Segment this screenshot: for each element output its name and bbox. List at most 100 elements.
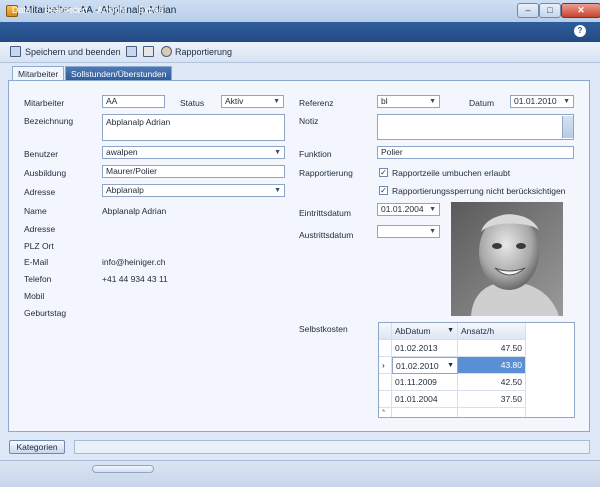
abdatum-header-label: AbDatum bbox=[395, 326, 431, 336]
label-mobil: Mobil bbox=[24, 291, 45, 301]
grid-cell-date-editing[interactable]: 01.02.2010 ▼ bbox=[392, 357, 458, 374]
chevron-down-icon: ▼ bbox=[273, 98, 280, 105]
grid-cell-date-value: 01.02.2010 bbox=[396, 361, 439, 371]
label-status: Status bbox=[180, 98, 205, 108]
benutzer-value: awalpen bbox=[106, 147, 138, 157]
menu-bar bbox=[0, 22, 600, 42]
tab-mitarbeiter[interactable]: Mitarbeiter bbox=[12, 66, 65, 80]
ausbildung-field[interactable]: Maurer/Polier bbox=[102, 165, 285, 178]
eintrittsdatum-value: 01.01.2004 bbox=[381, 204, 424, 214]
sperrung-checkbox[interactable]: ✓ bbox=[379, 186, 388, 195]
portrait-image bbox=[451, 202, 563, 316]
chevron-down-icon: ▼ bbox=[429, 98, 436, 105]
menu-ansicht[interactable]: Ansicht bbox=[97, 5, 127, 15]
kategorien-button[interactable]: Kategorien bbox=[9, 440, 65, 454]
austrittsdatum-dropdown[interactable]: ▼ bbox=[377, 225, 440, 238]
grid-cell-rate[interactable]: 37.50 bbox=[458, 391, 526, 408]
email-value: info@heiniger.ch bbox=[102, 257, 166, 267]
label-bezeichnung: Bezeichnung bbox=[24, 116, 74, 126]
referenz-value: bl bbox=[381, 96, 388, 106]
menu-datei[interactable]: Datei bbox=[12, 5, 33, 15]
datum-value: 01.01.2010 bbox=[514, 96, 557, 106]
minimize-button[interactable]: – bbox=[517, 3, 539, 18]
column-header-abdatum[interactable]: AbDatum ▼ bbox=[392, 323, 458, 340]
funktion-field[interactable]: Polier bbox=[377, 146, 574, 159]
label-mitarbeiter: Mitarbeiter bbox=[24, 98, 65, 108]
chevron-down-icon: ▼ bbox=[563, 98, 570, 105]
chevron-down-icon: ▼ bbox=[274, 149, 281, 156]
save-and-close-button[interactable]: Speichern und beenden bbox=[25, 47, 121, 57]
label-plz: PLZ Ort bbox=[24, 241, 54, 251]
close-button[interactable]: ✕ bbox=[561, 3, 600, 18]
label-funktion: Funktion bbox=[299, 149, 332, 159]
save-icon[interactable] bbox=[126, 46, 137, 57]
chevron-down-icon: ▼ bbox=[274, 187, 281, 194]
grid-cell-rate[interactable]: 42.50 bbox=[458, 374, 526, 391]
rapportzeile-checkbox[interactable]: ✓ bbox=[379, 168, 388, 177]
label-adresse2: Adresse bbox=[24, 224, 56, 234]
filter-icon[interactable]: ▼ bbox=[447, 323, 454, 339]
row-indicator[interactable] bbox=[379, 340, 392, 357]
employee-photo bbox=[451, 202, 563, 316]
print-icon[interactable] bbox=[143, 46, 154, 57]
chevron-down-icon[interactable]: ▼ bbox=[447, 358, 454, 374]
notiz-field[interactable] bbox=[377, 114, 574, 140]
mitarbeiter-field[interactable]: AA bbox=[102, 95, 165, 108]
adresse-value: Abplanalp bbox=[106, 185, 144, 195]
status-scroll-handle[interactable] bbox=[92, 465, 154, 473]
telefon-value: +41 44 934 43 11 bbox=[102, 274, 168, 284]
grid-cell-date[interactable]: 01.01.2004 bbox=[392, 391, 458, 408]
label-name: Name bbox=[24, 206, 47, 216]
status-bar bbox=[0, 460, 600, 487]
adresse-dropdown[interactable]: Abplanalp ▼ bbox=[102, 184, 285, 197]
benutzer-dropdown[interactable]: awalpen ▼ bbox=[102, 146, 285, 159]
grid-cell-date[interactable]: 01.11.2009 bbox=[392, 374, 458, 391]
grid-cell-date[interactable]: 01.02.2013 bbox=[392, 340, 458, 357]
grid-corner bbox=[379, 323, 392, 340]
label-email: E-Mail bbox=[24, 257, 49, 267]
column-header-ansatz[interactable]: Ansatz/h bbox=[458, 323, 526, 340]
notiz-scrollbar[interactable] bbox=[562, 116, 573, 138]
new-row-cell[interactable] bbox=[392, 408, 458, 417]
rapportierung-button[interactable]: Rapportierung bbox=[175, 47, 232, 57]
label-datum: Datum bbox=[469, 98, 495, 108]
status-dropdown[interactable]: Aktiv ▼ bbox=[221, 95, 284, 108]
label-selbstkosten: Selbstkosten bbox=[299, 324, 348, 334]
label-telefon: Telefon bbox=[24, 274, 52, 284]
referenz-dropdown[interactable]: bl ▼ bbox=[377, 95, 440, 108]
menu-extras[interactable]: Extras bbox=[138, 5, 164, 15]
label-notiz: Notiz bbox=[299, 116, 319, 126]
maximize-button[interactable]: □ bbox=[539, 3, 561, 18]
sperrung-label: Rapportierungssperrung nicht berücksicht… bbox=[392, 186, 566, 196]
label-adresse: Adresse bbox=[24, 187, 56, 197]
help-icon[interactable]: ? bbox=[574, 25, 586, 37]
chevron-down-icon: ▼ bbox=[429, 228, 436, 235]
kategorien-panel bbox=[74, 440, 590, 454]
label-ausbildung: Ausbildung bbox=[24, 168, 67, 178]
rapportzeile-label: Rapportzeile umbuchen erlaubt bbox=[392, 168, 511, 178]
label-benutzer: Benutzer bbox=[24, 149, 59, 159]
grid-cell-rate-selected[interactable]: 43.80 bbox=[458, 357, 526, 374]
label-eintrittsdatum: Eintrittsdatum bbox=[299, 208, 351, 218]
current-row-icon[interactable]: › bbox=[379, 357, 392, 374]
save-close-icon[interactable] bbox=[10, 46, 21, 57]
row-indicator[interactable] bbox=[379, 374, 392, 391]
label-austrittsdatum: Austrittsdatum bbox=[299, 230, 354, 240]
menu-bearbeiten[interactable]: Bearbeiten bbox=[44, 5, 88, 15]
label-referenz: Referenz bbox=[299, 98, 334, 108]
label-rapportierung: Rapportierung bbox=[299, 168, 353, 178]
wrench-icon[interactable] bbox=[161, 46, 172, 57]
grid-cell-rate[interactable]: 47.50 bbox=[458, 340, 526, 357]
name-value: Abplanalp Adrian bbox=[102, 206, 167, 216]
row-indicator[interactable] bbox=[379, 391, 392, 408]
bezeichnung-field[interactable]: Abplanalp Adrian bbox=[102, 114, 285, 141]
status-value: Aktiv bbox=[225, 96, 244, 106]
datum-dropdown[interactable]: 01.01.2010 ▼ bbox=[510, 95, 574, 108]
tab-sollstunden[interactable]: Sollstunden/Überstunden bbox=[65, 66, 173, 80]
chevron-down-icon: ▼ bbox=[429, 206, 436, 213]
label-geburtstag: Geburtstag bbox=[24, 308, 67, 318]
selbstkosten-grid: AbDatum ▼ Ansatz/h 01.02.2013 47.50 › 01.… bbox=[378, 322, 575, 418]
new-row-cell[interactable] bbox=[458, 408, 526, 417]
eintrittsdatum-dropdown[interactable]: 01.01.2004 ▼ bbox=[377, 203, 440, 216]
new-row-icon[interactable]: * bbox=[379, 408, 392, 417]
